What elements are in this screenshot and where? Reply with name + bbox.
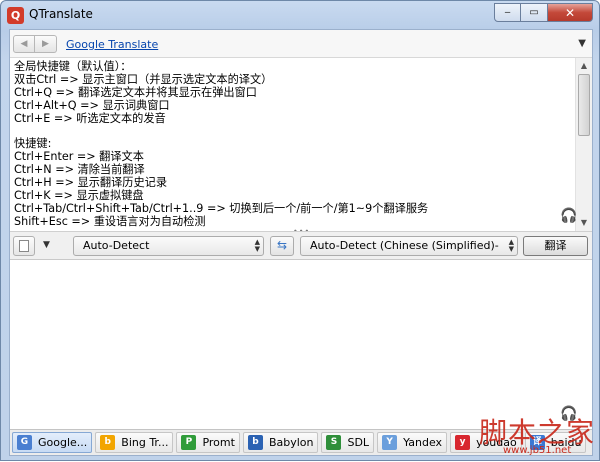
qtranslate-app-icon: Q: [7, 7, 24, 24]
tab-label: Promt: [202, 436, 235, 449]
spinner-icon: ▲ ▼: [508, 238, 514, 253]
tab-label: Google...: [38, 436, 88, 449]
tab-baidu[interactable]: 译 baidu: [524, 432, 587, 453]
tab-babylon[interactable]: b Babylon: [242, 432, 319, 453]
tab-yandex[interactable]: Y Yandex: [377, 432, 448, 453]
source-text-input[interactable]: 🎧: [10, 259, 592, 429]
youdao-icon: y: [455, 435, 471, 450]
yandex-icon: Y: [382, 435, 398, 450]
tab-label: SDL: [347, 436, 370, 449]
scroll-thumb[interactable]: [578, 74, 590, 136]
chevron-down-icon[interactable]: ▼: [578, 38, 586, 49]
swap-languages-button[interactable]: ⇆: [270, 236, 294, 256]
headphones-icon[interactable]: 🎧: [560, 406, 577, 422]
app-window: Q QTranslate ‒ ▭ ✕ ◀ ▶ Google Translate …: [0, 0, 600, 461]
target-language-select[interactable]: Auto-Detect (Chinese (Simplified)-Englis…: [300, 236, 518, 270]
window-title: QTranslate: [29, 7, 93, 21]
sdl-icon: S: [326, 435, 342, 450]
headphones-icon[interactable]: 🎧: [560, 208, 577, 224]
tab-google[interactable]: G Google...: [12, 432, 93, 453]
spinner-icon: ▲ ▼: [254, 238, 260, 253]
tab-bing[interactable]: b Bing Tr...: [95, 432, 174, 453]
title-bar[interactable]: Q QTranslate ‒ ▭ ✕: [1, 1, 599, 29]
client-area: ◀ ▶ Google Translate ▼ 全局快捷键（默认值）： 双击Ctr…: [9, 29, 593, 456]
translation-result-pane[interactable]: 全局快捷键（默认值）： 双击Ctrl => 显示主窗口（并显示选定文本的译文） …: [10, 58, 592, 231]
translate-button[interactable]: 翻译: [523, 236, 588, 256]
service-tab-bar: G Google... b Bing Tr... P Promt b Babylon S…: [10, 429, 592, 455]
result-scrollbar[interactable]: ▲ ▼: [575, 58, 592, 231]
source-language-select[interactable]: Auto-Detect ▲ ▼: [73, 236, 264, 256]
new-document-button[interactable]: [13, 236, 35, 256]
service-link[interactable]: Google Translate: [66, 38, 158, 51]
window-controls: ‒ ▭ ✕: [494, 3, 593, 22]
tab-label: youdao: [476, 436, 517, 449]
close-button[interactable]: ✕: [548, 3, 593, 22]
maximize-button[interactable]: ▭: [521, 3, 548, 22]
result-text: 全局快捷键（默认值）： 双击Ctrl => 显示主窗口（并显示选定文本的译文） …: [14, 60, 429, 228]
tab-promt[interactable]: P Promt: [176, 432, 240, 453]
scroll-down-icon[interactable]: ▼: [576, 215, 592, 231]
source-language-value: Auto-Detect: [83, 239, 150, 252]
tab-youdao[interactable]: y youdao: [450, 432, 522, 453]
tab-sdl[interactable]: S SDL: [321, 432, 375, 453]
language-toolbar: ▼ Auto-Detect ▲ ▼ ⇆ Auto-Detect (Chinese …: [10, 231, 592, 270]
tab-label: Bing Tr...: [121, 436, 169, 449]
scroll-up-icon[interactable]: ▲: [576, 58, 592, 74]
back-arrow-icon[interactable]: ◀: [13, 35, 35, 53]
forward-arrow-icon[interactable]: ▶: [35, 35, 57, 53]
minimize-button[interactable]: ‒: [494, 3, 521, 22]
baidu-icon: 译: [529, 435, 545, 450]
chevron-down-icon[interactable]: ▼: [43, 240, 50, 250]
tab-label: Babylon: [268, 436, 314, 449]
tab-label: Yandex: [403, 436, 443, 449]
document-icon: [19, 240, 29, 252]
google-icon: G: [17, 435, 32, 450]
tab-label: baidu: [550, 436, 582, 449]
bing-icon: b: [100, 435, 116, 450]
babylon-icon: b: [247, 435, 263, 450]
promt-icon: P: [181, 435, 197, 450]
navigation-bar: ◀ ▶ Google Translate ▼: [10, 30, 592, 58]
